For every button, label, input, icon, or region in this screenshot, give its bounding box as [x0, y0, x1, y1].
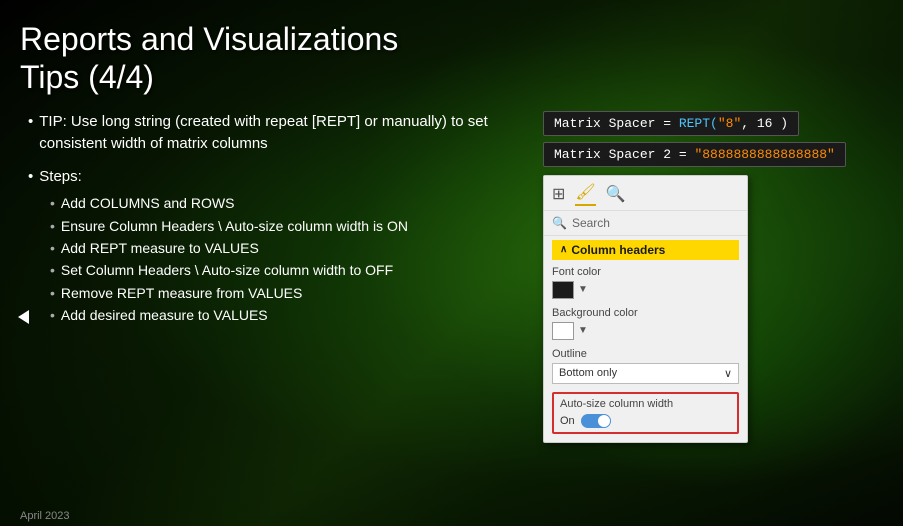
- title-line2: Tips (4/4): [20, 59, 154, 95]
- step-1-text: Add COLUMNS and ROWS: [61, 192, 235, 214]
- list-item: Add desired measure to VALUES: [50, 304, 523, 326]
- list-item: Ensure Column Headers \ Auto-size column…: [50, 215, 523, 237]
- formula-box-1: Matrix Spacer = REPT("8", 16 ): [543, 111, 799, 136]
- outline-dropdown-chevron: ∨: [724, 367, 732, 380]
- search-icon: 🔍: [552, 216, 567, 230]
- auto-size-section: Auto-size column width On: [552, 392, 739, 434]
- font-color-label: Font color: [552, 266, 739, 278]
- column-headers-header[interactable]: ∧ Column headers: [552, 240, 739, 260]
- left-column: TIP: Use long string (created with repea…: [20, 111, 523, 516]
- formula1-prefix: Matrix Spacer =: [554, 116, 679, 131]
- title-line1: Reports and Visualizations: [20, 21, 398, 57]
- step-3-text: Add REPT measure to VALUES: [61, 237, 259, 259]
- font-color-swatch[interactable]: [552, 281, 574, 299]
- formula2-prefix: Matrix Spacer 2 =: [554, 147, 694, 162]
- format-icon[interactable]: 🖌: [575, 182, 595, 206]
- formula1-str: "8": [718, 116, 741, 131]
- analytics-icon[interactable]: 🔍: [606, 184, 626, 204]
- outline-dropdown[interactable]: Bottom only ∨: [552, 363, 739, 384]
- tip-bullet: TIP: Use long string (created with repea…: [20, 111, 523, 156]
- slide-content: Reports and Visualizations Tips (4/4) TI…: [0, 0, 903, 526]
- list-item: Add COLUMNS and ROWS: [50, 192, 523, 214]
- formula1-close: ): [772, 116, 788, 131]
- list-item: Set Column Headers \ Auto-size column wi…: [50, 259, 523, 281]
- main-layout: TIP: Use long string (created with repea…: [20, 111, 883, 516]
- list-item: Add REPT measure to VALUES: [50, 237, 523, 259]
- bg-color-label: Background color: [552, 307, 739, 319]
- steps-list: Add COLUMNS and ROWS Ensure Column Heade…: [20, 192, 523, 326]
- formula-box-2: Matrix Spacer 2 = "8888888888888888": [543, 142, 846, 167]
- bg-color-swatch[interactable]: [552, 322, 574, 340]
- pbi-toolbar: ⊞ 🖌 🔍: [544, 176, 747, 211]
- formula1-func: REPT(: [679, 116, 718, 131]
- table-icon[interactable]: ⊞: [552, 184, 565, 204]
- search-placeholder-text: Search: [572, 216, 610, 230]
- font-color-dropdown-arrow[interactable]: ▼: [578, 284, 588, 295]
- step-2-text: Ensure Column Headers \ Auto-size column…: [61, 215, 408, 237]
- outline-value: Bottom only: [559, 367, 617, 379]
- auto-size-toggle[interactable]: [581, 414, 611, 428]
- pbi-format-panel: ⊞ 🖌 🔍 🔍 Search ∧ Column headers: [543, 175, 748, 443]
- column-headers-section: ∧ Column headers Font color ▼ Background…: [544, 236, 747, 442]
- bg-color-row: ▼: [552, 322, 739, 340]
- tip-text: TIP: Use long string (created with repea…: [39, 111, 523, 156]
- toggle-row: On: [560, 414, 731, 428]
- search-bar[interactable]: 🔍 Search: [544, 211, 747, 236]
- slide-title: Reports and Visualizations Tips (4/4): [20, 20, 883, 97]
- formula2-str: "8888888888888888": [694, 147, 834, 162]
- bg-color-dropdown-arrow[interactable]: ▼: [578, 325, 588, 336]
- font-color-row: ▼: [552, 281, 739, 299]
- step-5-text: Remove REPT measure from VALUES: [61, 282, 302, 304]
- formula1-sep: , 16: [741, 116, 772, 131]
- list-item: Remove REPT measure from VALUES: [50, 282, 523, 304]
- cursor-pointer-icon: [18, 310, 29, 324]
- footer-text: April 2023: [20, 510, 70, 522]
- section-header-label: Column headers: [571, 243, 665, 257]
- steps-label-text: Steps:: [39, 166, 82, 189]
- toggle-thumb: [598, 415, 610, 427]
- auto-size-label: Auto-size column width: [560, 398, 731, 410]
- outline-label: Outline: [552, 348, 739, 360]
- step-6-text: Add desired measure to VALUES: [61, 304, 268, 326]
- toggle-on-label: On: [560, 415, 575, 427]
- steps-header: Steps:: [20, 166, 523, 189]
- chevron-up-icon: ∧: [560, 244, 567, 255]
- right-column: Matrix Spacer = REPT("8", 16 ) Matrix Sp…: [543, 111, 883, 516]
- step-4-text: Set Column Headers \ Auto-size column wi…: [61, 259, 393, 281]
